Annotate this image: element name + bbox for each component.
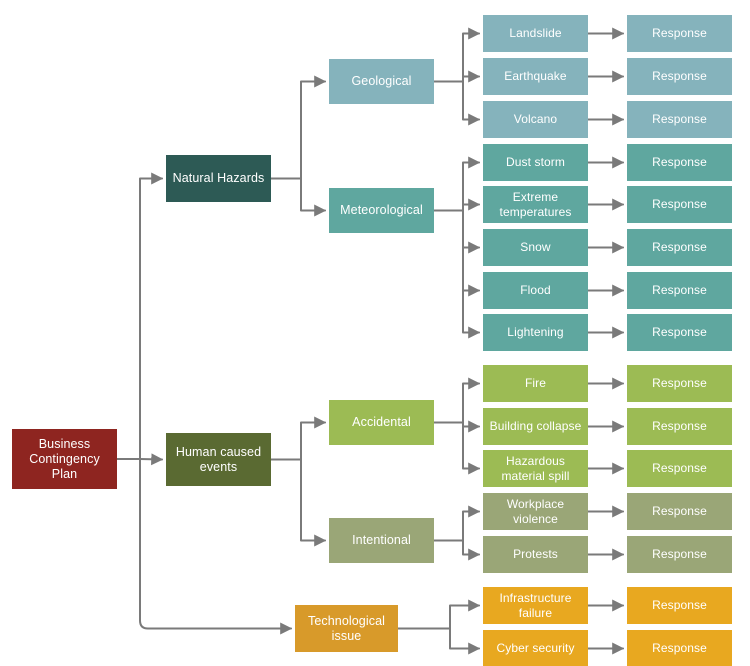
response-label: Response: [652, 240, 707, 255]
node-extreme-temperatures[interactable]: Extreme temperatures: [483, 186, 588, 223]
response-box-fire[interactable]: Response: [627, 365, 732, 402]
node-hazardous-spill[interactable]: Hazardous material spill: [483, 450, 588, 487]
response-label: Response: [652, 26, 707, 41]
response-box-landslide[interactable]: Response: [627, 15, 732, 52]
node-flood[interactable]: Flood: [483, 272, 588, 309]
response-label: Response: [652, 598, 707, 613]
response-box-workplace-violence[interactable]: Response: [627, 493, 732, 530]
node-landslide[interactable]: Landslide: [483, 15, 588, 52]
node-intentional[interactable]: Intentional: [329, 518, 434, 563]
node-workplace-violence-label: Workplace violence: [506, 497, 565, 526]
node-human-caused-label: Human caused events: [175, 444, 262, 474]
node-cyber-security-label: Cyber security: [496, 641, 575, 656]
response-label: Response: [652, 461, 707, 476]
response-box-flood[interactable]: Response: [627, 272, 732, 309]
node-lightening[interactable]: Lightening: [483, 314, 588, 351]
response-label: Response: [652, 641, 707, 656]
response-box-extreme-temperatures[interactable]: Response: [627, 186, 732, 223]
node-intentional-label: Intentional: [352, 533, 411, 547]
response-label: Response: [652, 504, 707, 519]
response-label: Response: [652, 547, 707, 562]
response-box-infrastructure-failure[interactable]: Response: [627, 587, 732, 624]
response-box-dust-storm[interactable]: Response: [627, 144, 732, 181]
node-infrastructure-failure-label: Infrastructure failure: [499, 591, 572, 620]
node-technological-label: Technological issue: [307, 613, 386, 643]
node-fire[interactable]: Fire: [483, 365, 588, 402]
node-root-business-contingency-plan-label: Business Contingency Plan: [29, 436, 100, 481]
response-box-cyber-security[interactable]: Response: [627, 630, 732, 666]
node-natural-hazards-label: Natural Hazards: [172, 171, 265, 185]
response-label: Response: [652, 155, 707, 170]
node-earthquake[interactable]: Earthquake: [483, 58, 588, 95]
node-geological-label: Geological: [351, 74, 412, 88]
response-box-snow[interactable]: Response: [627, 229, 732, 266]
node-workplace-violence[interactable]: Workplace violence: [483, 493, 588, 530]
node-accidental[interactable]: Accidental: [329, 400, 434, 445]
response-label: Response: [652, 112, 707, 127]
node-dust-storm[interactable]: Dust storm: [483, 144, 588, 181]
node-natural-hazards[interactable]: Natural Hazards: [166, 155, 271, 202]
response-box-protests[interactable]: Response: [627, 536, 732, 573]
node-infrastructure-failure[interactable]: Infrastructure failure: [483, 587, 588, 624]
flowchart-canvas: Business Contingency Plan Natural Hazards Hu…: [0, 0, 750, 666]
node-meteorological[interactable]: Meteorological: [329, 188, 434, 233]
node-lightening-label: Lightening: [507, 325, 564, 340]
node-hazardous-spill-label: Hazardous material spill: [501, 454, 570, 483]
response-label: Response: [652, 376, 707, 391]
response-label: Response: [652, 283, 707, 298]
response-box-hazardous-spill[interactable]: Response: [627, 450, 732, 487]
node-root-business-contingency-plan[interactable]: Business Contingency Plan: [12, 429, 117, 489]
node-cyber-security[interactable]: Cyber security: [483, 630, 588, 666]
node-dust-storm-label: Dust storm: [505, 155, 565, 170]
node-meteorological-label: Meteorological: [340, 203, 423, 217]
node-technological[interactable]: Technological issue: [295, 605, 398, 652]
node-flood-label: Flood: [520, 283, 551, 298]
node-geological[interactable]: Geological: [329, 59, 434, 104]
node-accidental-label: Accidental: [352, 415, 411, 429]
node-protests[interactable]: Protests: [483, 536, 588, 573]
node-snow-label: Snow: [520, 240, 551, 255]
response-label: Response: [652, 419, 707, 434]
node-human-caused[interactable]: Human caused events: [166, 433, 271, 486]
node-volcano[interactable]: Volcano: [483, 101, 588, 138]
node-earthquake-label: Earthquake: [504, 69, 567, 84]
response-box-lightening[interactable]: Response: [627, 314, 732, 351]
node-building-collapse[interactable]: Building collapse: [483, 408, 588, 445]
response-label: Response: [652, 325, 707, 340]
response-label: Response: [652, 69, 707, 84]
node-snow[interactable]: Snow: [483, 229, 588, 266]
response-label: Response: [652, 197, 707, 212]
node-volcano-label: Volcano: [513, 112, 558, 127]
response-box-volcano[interactable]: Response: [627, 101, 732, 138]
node-fire-label: Fire: [524, 376, 547, 391]
response-box-earthquake[interactable]: Response: [627, 58, 732, 95]
node-protests-label: Protests: [513, 547, 558, 562]
node-extreme-temperatures-label: Extreme temperatures: [499, 190, 572, 219]
node-landslide-label: Landslide: [509, 26, 562, 41]
node-building-collapse-label: Building collapse: [489, 419, 582, 434]
response-box-building-collapse[interactable]: Response: [627, 408, 732, 445]
